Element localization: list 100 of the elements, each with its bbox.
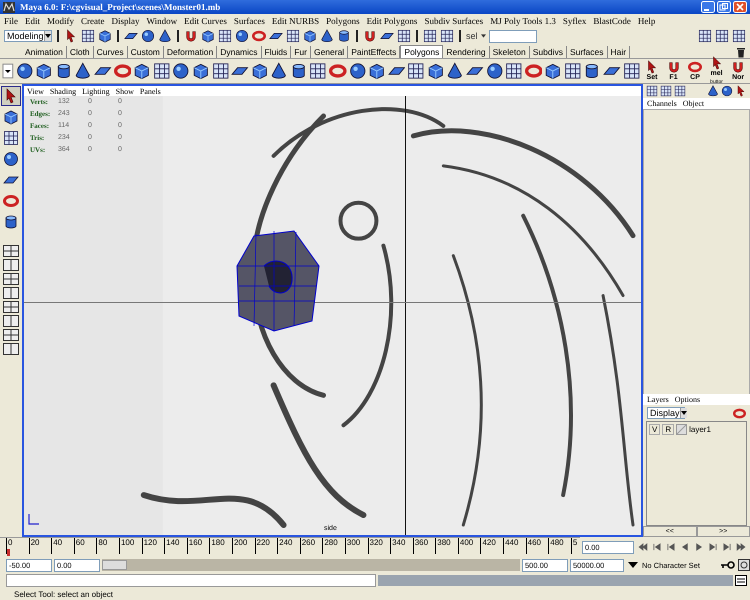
restore-icon[interactable] xyxy=(717,1,731,13)
shelf-tab[interactable]: Curves xyxy=(94,46,128,58)
grid-icon[interactable] xyxy=(715,29,729,43)
shelf-tab[interactable]: Cloth xyxy=(66,46,94,58)
menu-item[interactable]: Help xyxy=(638,16,656,26)
cube-icon[interactable] xyxy=(35,62,53,80)
panel-menu[interactable]: Show xyxy=(116,86,134,96)
grid-icon[interactable] xyxy=(152,62,170,80)
grid-icon[interactable] xyxy=(698,29,712,43)
playback-control-icon[interactable] xyxy=(636,540,650,554)
cursor-arrow-icon[interactable] xyxy=(64,29,78,43)
menu-item[interactable]: Polygons xyxy=(326,16,360,26)
cube-icon[interactable] xyxy=(368,62,386,80)
trash-icon[interactable] xyxy=(736,47,746,58)
range-slider[interactable] xyxy=(102,559,520,571)
grid-icon[interactable] xyxy=(423,29,437,43)
torus-icon[interactable] xyxy=(328,62,347,80)
selection-mode-label[interactable]: sel xyxy=(466,31,478,41)
cone-icon[interactable] xyxy=(74,62,92,80)
shelf-tab[interactable]: Skeleton xyxy=(490,46,530,58)
menu-item[interactable]: MJ Poly Tools 1.3 xyxy=(490,16,556,26)
cube-icon[interactable] xyxy=(250,62,268,80)
panel-menu[interactable]: Object xyxy=(682,99,704,108)
torus-icon[interactable] xyxy=(524,62,542,80)
grid-icon[interactable] xyxy=(732,29,746,43)
layout-icon[interactable] xyxy=(3,315,19,327)
grid-icon[interactable] xyxy=(212,62,230,80)
grid-icon[interactable] xyxy=(646,85,658,97)
cube-icon[interactable] xyxy=(426,62,444,80)
cube-icon[interactable] xyxy=(133,62,151,80)
layout-icon[interactable] xyxy=(3,287,19,299)
range-slider-handle[interactable] xyxy=(102,560,128,570)
shelf-menu-icon[interactable] xyxy=(2,62,14,80)
torus-icon[interactable] xyxy=(252,29,266,43)
menu-item[interactable]: Window xyxy=(146,16,178,26)
preferences-icon[interactable] xyxy=(738,559,750,571)
menu-item[interactable]: Surfaces xyxy=(234,16,265,26)
grid-icon[interactable] xyxy=(286,29,300,43)
shelf-tab[interactable]: Rendering xyxy=(443,46,490,58)
layout-icon[interactable] xyxy=(3,343,19,355)
shelf-tab[interactable]: Dynamics xyxy=(217,46,262,58)
cube-icon[interactable] xyxy=(192,62,210,80)
grid-icon[interactable] xyxy=(309,62,327,80)
shelf-tab[interactable]: Subdivs xyxy=(530,46,567,58)
shelf-tab[interactable]: Surfaces xyxy=(566,46,608,58)
cylinder-icon[interactable] xyxy=(337,29,351,43)
cursor-arrow-icon[interactable] xyxy=(735,85,747,97)
grid-icon[interactable] xyxy=(564,62,582,80)
layout-icon[interactable] xyxy=(3,301,19,313)
cube-icon[interactable] xyxy=(544,62,562,80)
layout-icon[interactable] xyxy=(3,273,19,285)
command-line-field[interactable] xyxy=(6,574,376,587)
magnet-icon[interactable] xyxy=(666,60,681,74)
menu-item[interactable]: BlastCode xyxy=(593,16,631,26)
panel-menu[interactable]: Layers xyxy=(647,395,669,404)
shelf-tab[interactable]: Fur xyxy=(291,46,311,58)
script-editor-icon[interactable] xyxy=(735,575,747,586)
grid-icon[interactable] xyxy=(440,29,454,43)
layout-icon[interactable] xyxy=(3,259,19,271)
layout-icon[interactable] xyxy=(3,245,19,257)
shelf-tab[interactable]: Deformation xyxy=(164,46,218,58)
shelf-tab[interactable]: Custom xyxy=(128,46,164,58)
menu-item[interactable]: Create xyxy=(81,16,104,26)
caret-icon[interactable] xyxy=(480,34,486,38)
grid-icon[interactable] xyxy=(660,85,672,97)
torus-icon[interactable] xyxy=(733,406,746,420)
sphere-icon[interactable] xyxy=(172,62,190,80)
panel-menu[interactable]: Options xyxy=(674,395,700,404)
visibility-toggle[interactable]: V xyxy=(649,424,660,435)
grid-icon[interactable] xyxy=(407,62,425,80)
sphere-icon[interactable] xyxy=(16,62,34,80)
menu-item[interactable]: Edit NURBS xyxy=(272,16,320,26)
playback-control-icon[interactable] xyxy=(734,540,748,554)
shelf-tab[interactable]: Polygons xyxy=(400,45,444,58)
grid-icon[interactable] xyxy=(81,29,95,43)
layout-icon[interactable] xyxy=(3,329,19,341)
grid-icon[interactable] xyxy=(505,62,523,80)
current-time-marker[interactable] xyxy=(7,549,10,556)
grid-icon[interactable] xyxy=(397,29,411,43)
grid-icon[interactable] xyxy=(622,62,640,80)
display-dropdown[interactable]: Display xyxy=(647,407,685,419)
minimize-icon[interactable] xyxy=(701,1,715,13)
menu-item[interactable]: Subdiv Surfaces xyxy=(424,16,484,26)
shelf-tab[interactable]: Hair xyxy=(608,46,630,58)
sphere-icon[interactable] xyxy=(486,62,504,80)
layer-name[interactable]: layer1 xyxy=(689,425,711,434)
sphere-icon[interactable] xyxy=(235,29,249,43)
sphere-icon[interactable] xyxy=(348,62,366,80)
close-icon[interactable] xyxy=(733,1,747,13)
cone-icon[interactable] xyxy=(446,62,464,80)
cone-icon[interactable] xyxy=(707,85,719,97)
menu-item[interactable]: Edit Curves xyxy=(184,16,227,26)
cone-icon[interactable] xyxy=(320,29,334,43)
grid-icon[interactable] xyxy=(674,85,686,97)
grid-icon[interactable] xyxy=(218,29,232,43)
key-icon[interactable] xyxy=(720,560,736,570)
color-swatch-icon[interactable] xyxy=(676,424,688,435)
cone-icon[interactable] xyxy=(158,29,172,43)
cube-icon[interactable] xyxy=(98,29,112,43)
magnet-icon[interactable] xyxy=(184,29,198,43)
